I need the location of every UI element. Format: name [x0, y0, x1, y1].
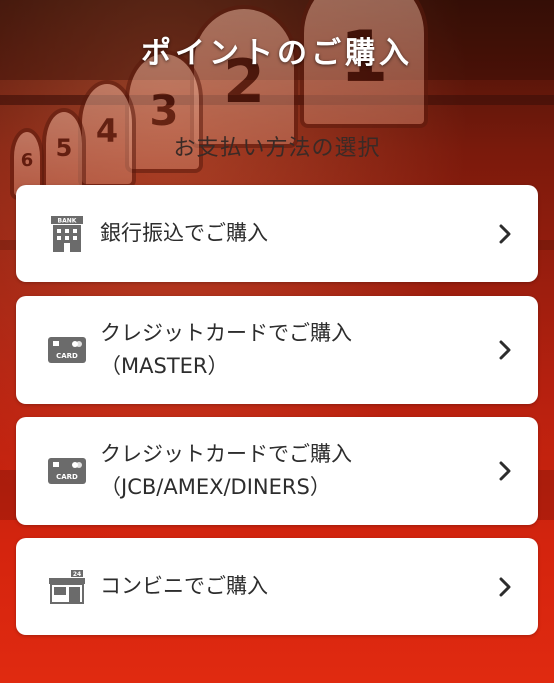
svg-text:24: 24: [73, 570, 81, 577]
page-subtitle: お支払い方法の選択: [173, 136, 381, 161]
label-line: 銀行振込でご購入: [100, 221, 268, 245]
svg-text:BANK: BANK: [58, 217, 77, 224]
credit-card-master-button[interactable]: CARD クレジットカードでご購入 （MASTER）: [16, 296, 538, 404]
svg-text:CARD: CARD: [56, 473, 78, 481]
bank-building-icon: BANK: [46, 213, 88, 255]
credit-card-jcb-amex-diners-label: クレジットカードでご購入 （JCB/AMEX/DINERS）: [100, 438, 494, 504]
chevron-right-icon: [494, 576, 516, 598]
label-line: （JCB/AMEX/DINERS）: [100, 475, 331, 499]
svg-text:CARD: CARD: [56, 352, 78, 360]
label-line: コンビニでご購入: [100, 574, 268, 598]
convenience-store-label: コンビニでご購入: [100, 570, 494, 603]
bank-transfer-button[interactable]: BANK 銀行振込でご購入: [16, 185, 538, 282]
label-line: （MASTER）: [100, 354, 229, 378]
page-title: ポイントのご購入: [141, 36, 413, 71]
chevron-right-icon: [494, 339, 516, 361]
label-line: クレジットカードでご購入: [100, 442, 352, 466]
credit-card-jcb-amex-diners-button[interactable]: CARD クレジットカードでご購入 （JCB/AMEX/DINERS）: [16, 417, 538, 525]
chevron-right-icon: [494, 460, 516, 482]
chevron-right-icon: [494, 223, 516, 245]
background-board-2: 2: [190, 5, 298, 148]
credit-card-icon: CARD: [46, 329, 88, 371]
convenience-store-button[interactable]: 24 コンビニでご購入: [16, 538, 538, 635]
credit-card-master-label: クレジットカードでご購入 （MASTER）: [100, 317, 494, 383]
convenience-store-icon: 24: [46, 566, 88, 608]
label-line: クレジットカードでご購入: [100, 321, 352, 345]
credit-card-icon: CARD: [46, 450, 88, 492]
bank-transfer-label: 銀行振込でご購入: [100, 217, 494, 250]
